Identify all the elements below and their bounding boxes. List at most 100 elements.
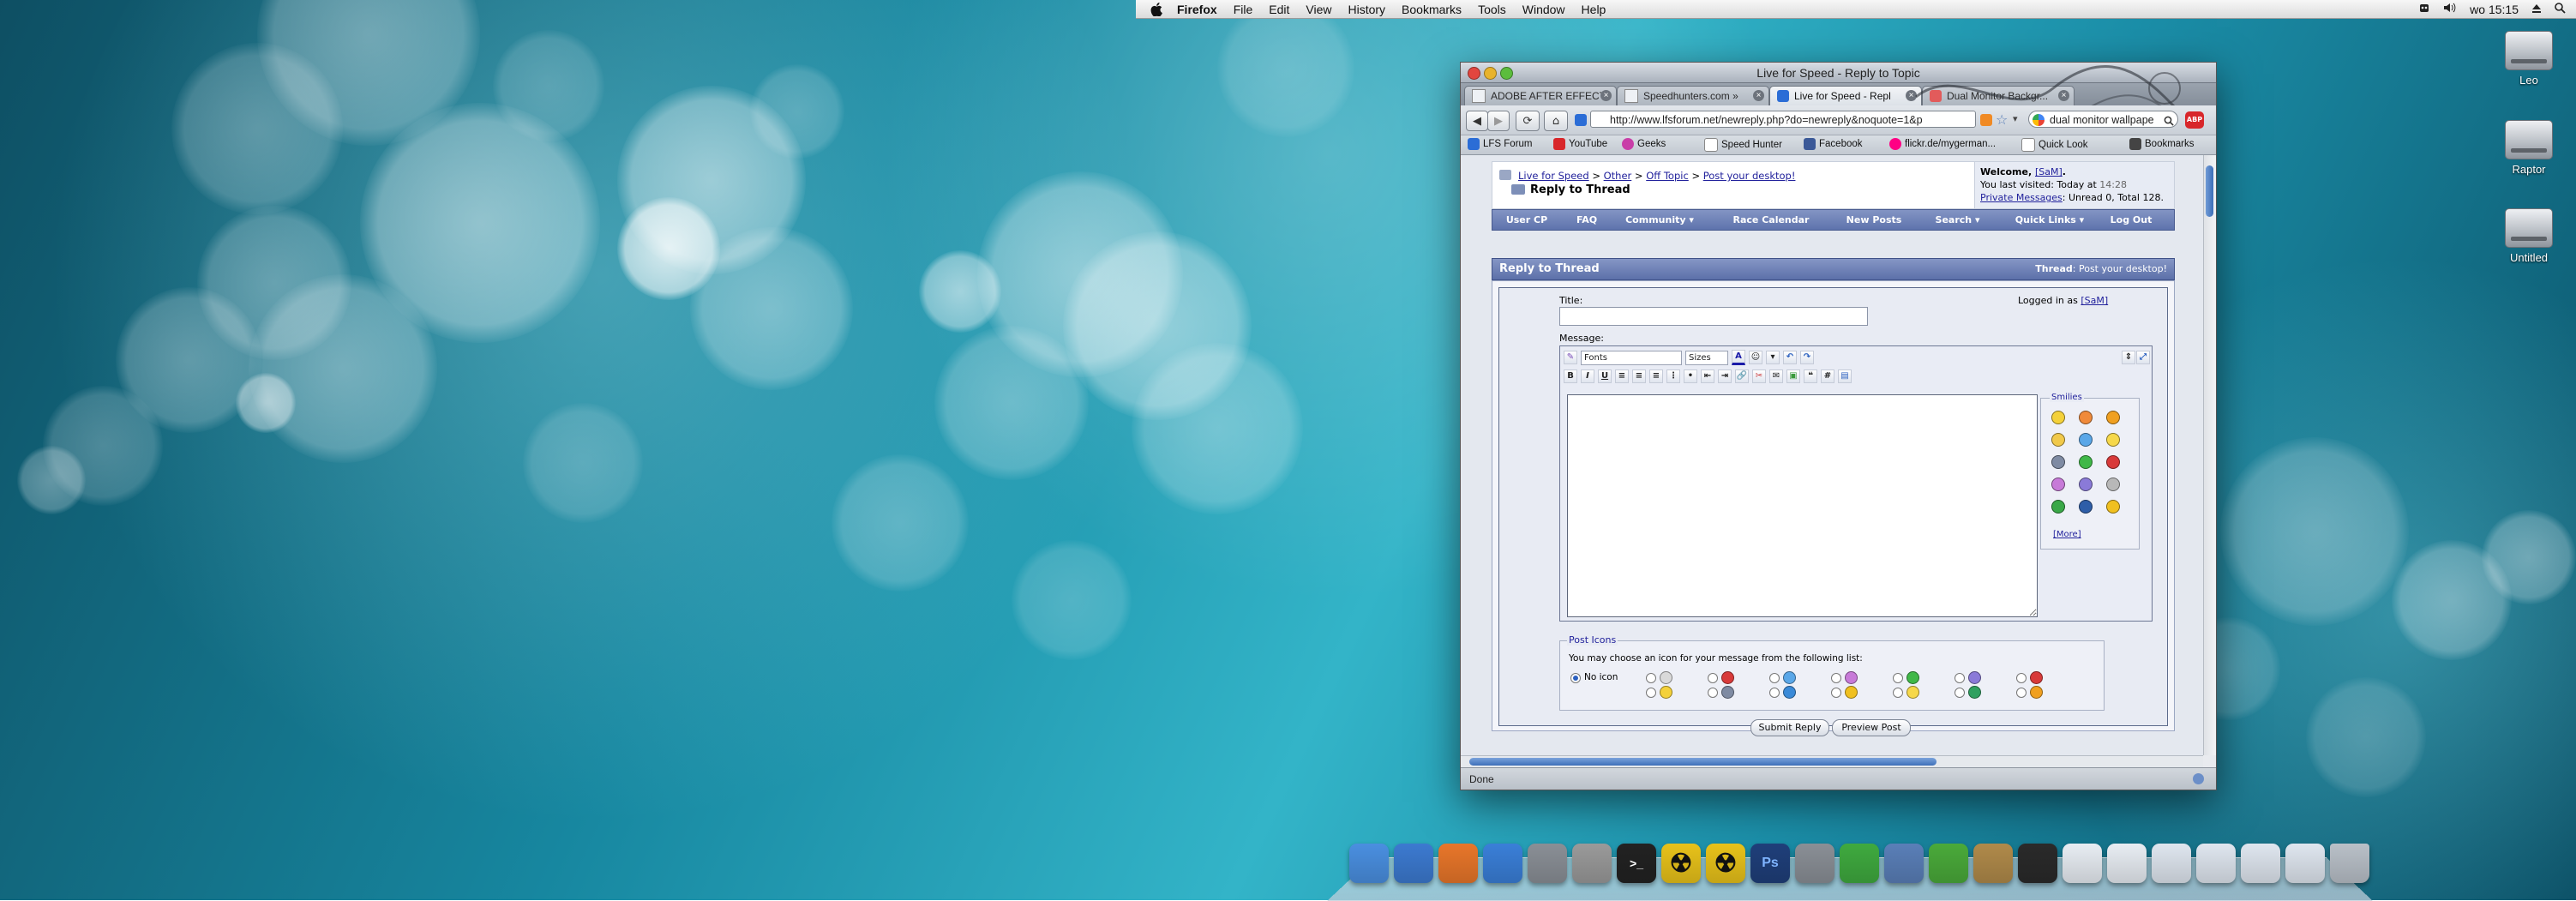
bookmark-quick-look[interactable]: Quick Look <box>2021 138 2088 152</box>
email-link-icon[interactable]: ✉ <box>1769 369 1783 383</box>
smilie-icon[interactable] <box>2106 500 2120 514</box>
vertical-scrollbar[interactable] <box>2203 155 2216 755</box>
post-icon-radio[interactable] <box>1955 673 1965 683</box>
breadcrumb-link-thread[interactable]: Post your desktop! <box>1703 170 1796 182</box>
align-left-icon[interactable]: ≡ <box>1615 369 1629 383</box>
toggle-editor-icon[interactable]: ⤢ <box>2136 351 2150 364</box>
undo-icon[interactable]: ↶ <box>1783 351 1797 364</box>
nav-race-calendar[interactable]: Race Calendar <box>1707 214 1835 225</box>
dock-tools-icon[interactable] <box>1795 844 1834 883</box>
bookmark-bookmarks-menu[interactable]: Bookmarks <box>2129 138 2195 150</box>
bookmark-speed-hunter[interactable]: Speed Hunter <box>1704 138 1782 152</box>
menu-file[interactable]: File <box>1234 3 1253 16</box>
resize-editor-icon[interactable]: ⇕ <box>2122 351 2135 364</box>
bookmark-star-icon[interactable]: ☆ <box>1996 111 2008 128</box>
dock-utility-icon[interactable] <box>1572 844 1612 883</box>
bookmark-geeks[interactable]: Geeks <box>1622 138 1666 150</box>
dock-firefox-icon[interactable] <box>1438 844 1478 883</box>
font-select[interactable]: Fonts <box>1581 350 1682 365</box>
smilie-icon[interactable] <box>2079 433 2093 447</box>
post-icon-radio[interactable] <box>1708 673 1718 683</box>
dock-utorrent-icon[interactable] <box>1929 844 1968 883</box>
menu-history[interactable]: History <box>1348 3 1385 16</box>
desktop-drive-leo[interactable]: Leo <box>2490 31 2567 87</box>
vertical-scroll-thumb[interactable] <box>2206 165 2213 217</box>
smilie-icon[interactable] <box>2051 500 2065 514</box>
menu-firefox[interactable]: Firefox <box>1177 3 1217 16</box>
smilie-icon[interactable] <box>2079 411 2093 424</box>
volume-icon[interactable] <box>2443 2 2457 16</box>
post-icon-radio[interactable] <box>1769 673 1780 683</box>
unordered-list-icon[interactable]: • <box>1684 369 1697 383</box>
post-icon-radio[interactable] <box>1831 673 1841 683</box>
close-tab-icon[interactable]: × <box>2058 90 2069 101</box>
breadcrumb-link-other[interactable]: Other <box>1604 170 1632 182</box>
smilie-icon[interactable] <box>2079 478 2093 491</box>
reload-button[interactable]: ⟳ <box>1516 111 1540 131</box>
bookmark-youtube[interactable]: YouTube <box>1553 138 1607 150</box>
close-tab-icon[interactable]: × <box>1753 90 1764 101</box>
align-right-icon[interactable]: ≡ <box>1649 369 1663 383</box>
smilie-icon[interactable] <box>2051 478 2065 491</box>
smilie-icon[interactable] <box>2106 455 2120 469</box>
nav-faq[interactable]: FAQ <box>1561 214 1612 225</box>
menu-clock[interactable]: wo 15:15 <box>2470 3 2519 16</box>
text-color-icon[interactable]: A <box>1732 350 1745 365</box>
eject-icon[interactable] <box>2531 3 2542 16</box>
url-dropdown-icon[interactable]: ▾ <box>2013 113 2018 124</box>
outdent-icon[interactable]: ⇤ <box>1701 369 1714 383</box>
menu-view[interactable]: View <box>1306 3 1331 16</box>
menu-tools[interactable]: Tools <box>1478 3 1506 16</box>
dock-adium-icon[interactable] <box>1840 844 1879 883</box>
quote-icon[interactable]: ❝ <box>1804 369 1817 383</box>
dock-document-icon[interactable] <box>2285 844 2325 883</box>
tab-live-for-speed[interactable]: Live for Speed - Repl × <box>1769 86 1922 105</box>
dock-address-book-icon[interactable] <box>1973 844 2013 883</box>
indent-icon[interactable]: ⇥ <box>1718 369 1732 383</box>
dock-system-preferences-icon[interactable] <box>1528 844 1567 883</box>
search-engine-icon[interactable] <box>2033 114 2045 126</box>
menu-help[interactable]: Help <box>1582 3 1606 16</box>
dock-finder-icon[interactable] <box>1349 844 1389 883</box>
size-select[interactable]: Sizes <box>1685 350 1728 365</box>
dock-document-icon[interactable] <box>2196 844 2236 883</box>
menu-bookmarks[interactable]: Bookmarks <box>1402 3 1462 16</box>
more-smilies-link[interactable]: [More] <box>2053 530 2081 539</box>
ordered-list-icon[interactable]: ⋮ <box>1666 369 1680 383</box>
breadcrumb-link-off-topic[interactable]: Off Topic <box>1646 170 1689 182</box>
smilie-icon[interactable] <box>2106 433 2120 447</box>
remove-link-icon[interactable]: ✂ <box>1752 369 1766 383</box>
url-input[interactable]: http://www.lfsforum.net/newreply.php?do=… <box>1590 111 1976 128</box>
post-icon-radio[interactable] <box>1646 688 1656 698</box>
post-icon-radio[interactable] <box>1831 688 1841 698</box>
tab-adobe[interactable]: ADOBE AFTER EFFECT × <box>1464 86 1617 105</box>
post-icon-radio[interactable] <box>2016 688 2027 698</box>
dock-radiation-icon[interactable]: ☢ <box>1661 844 1701 883</box>
dock-document-icon[interactable] <box>2063 844 2102 883</box>
html-icon[interactable]: ▤ <box>1838 369 1852 383</box>
breadcrumb-link-live-for-speed[interactable]: Live for Speed <box>1518 170 1589 182</box>
post-icon-radio[interactable] <box>1769 688 1780 698</box>
desktop-drive-raptor[interactable]: Raptor <box>2490 120 2567 176</box>
post-icon-radio[interactable] <box>2016 673 2027 683</box>
smilie-icon[interactable] <box>2079 500 2093 514</box>
switch-editor-mode-icon[interactable]: ✎ <box>1564 351 1577 364</box>
bookmark-flickr[interactable]: flickr.de/mygerman... <box>1889 138 1996 150</box>
dock-radiation-icon[interactable]: ☢ <box>1706 844 1745 883</box>
dock-safari-icon[interactable] <box>1394 844 1433 883</box>
no-icon-radio[interactable] <box>1570 673 1581 683</box>
submit-reply-button[interactable]: Submit Reply <box>1750 719 1829 736</box>
nav-log-out[interactable]: Log Out <box>2097 214 2165 225</box>
italic-button[interactable]: I <box>1581 369 1594 383</box>
nav-search[interactable]: Search ▾ <box>1912 214 2003 225</box>
logged-in-user-link[interactable]: [SaM] <box>2081 295 2108 306</box>
post-icon-radio[interactable] <box>1646 673 1656 683</box>
apple-logo-icon[interactable] <box>1148 1 1165 18</box>
search-icon[interactable] <box>2164 113 2174 129</box>
underline-button[interactable]: U <box>1598 369 1612 383</box>
dock-trash-icon[interactable] <box>2330 844 2369 883</box>
robot-icon[interactable] <box>2418 2 2430 16</box>
nav-new-posts[interactable]: New Posts <box>1835 214 1912 225</box>
align-center-icon[interactable]: ≡ <box>1632 369 1646 383</box>
bold-button[interactable]: B <box>1564 369 1577 383</box>
